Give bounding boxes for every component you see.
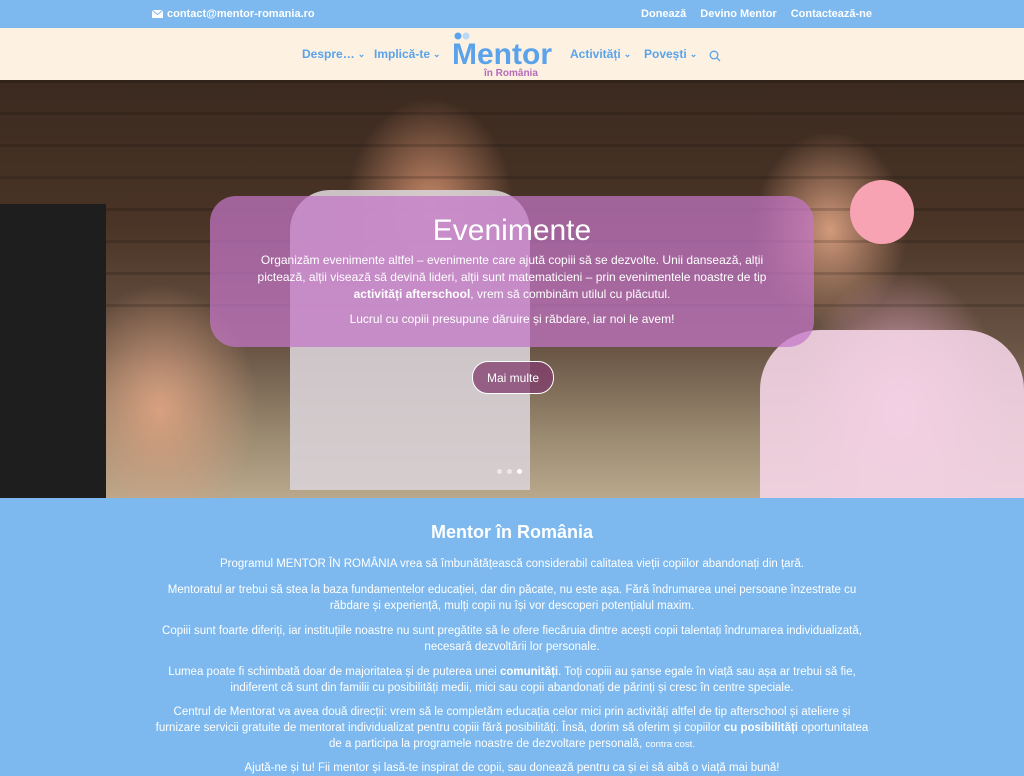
- nav-item-about[interactable]: Despre… ⌄: [302, 47, 365, 61]
- become-mentor-link[interactable]: Devino Mentor: [700, 8, 776, 20]
- site-logo[interactable]: Mentor în România: [452, 32, 554, 79]
- hero-tagline: Lucrul cu copiii presupune dăruire și ră…: [349, 312, 675, 326]
- hero-background-image: [850, 180, 914, 244]
- envelope-icon: [152, 10, 163, 18]
- slider-dot[interactable]: [497, 469, 502, 474]
- slider-dot[interactable]: [507, 469, 512, 474]
- contact-email-text: contact@mentor-romania.ro: [167, 8, 315, 20]
- hero-description: Organizăm evenimente altfel – evenimente…: [238, 252, 786, 303]
- search-icon[interactable]: [709, 49, 721, 67]
- paragraph: Centrul de Mentorat va avea două direcți…: [150, 704, 874, 753]
- paragraph-small-text: contra cost.: [645, 739, 695, 750]
- nav-item-activities[interactable]: Activități ⌄: [570, 47, 631, 61]
- paragraph: Mentoratul ar trebui să stea la baza fun…: [167, 584, 857, 612]
- paragraph: Ajută-ne și tu! Fii mentor și lasă-te in…: [244, 762, 780, 774]
- intro-section: Mentor în România Programul MENTOR ÎN RO…: [0, 498, 1024, 774]
- more-button[interactable]: Mai multe: [472, 361, 554, 394]
- community-link[interactable]: comunități: [500, 666, 558, 678]
- paragraph-text: Lumea poate fi schimbată doar de majorit…: [168, 666, 500, 678]
- chevron-down-icon: ⌄: [623, 48, 632, 59]
- paragraph: Programul MENTOR ÎN ROMÂNIA vrea să îmbu…: [219, 558, 804, 570]
- logo-subtitle: în România: [483, 68, 538, 78]
- paragraph: Lumea poate fi schimbată doar de majorit…: [150, 664, 874, 696]
- main-navigation: Despre… ⌄ Implică-te ⌄ Mentor în România…: [0, 28, 1024, 80]
- nav-item-label: Activități: [570, 47, 621, 61]
- chevron-down-icon: ⌄: [689, 48, 698, 59]
- hero-title: Evenimente: [432, 214, 592, 247]
- contact-us-link[interactable]: Contactează-ne: [791, 8, 872, 20]
- top-bar: contact@mentor-romania.ro Donează Devino…: [0, 0, 1024, 28]
- logo-word: Mentor: [452, 38, 552, 71]
- chevron-down-icon: ⌄: [357, 48, 366, 59]
- hero-description-text: Organizăm evenimente altfel – evenimente…: [257, 253, 767, 284]
- donate-link[interactable]: Donează: [641, 8, 686, 20]
- chevron-down-icon: ⌄: [433, 48, 441, 59]
- hero-slider: Evenimente Organizăm evenimente altfel –…: [0, 80, 1024, 498]
- nav-item-label: Despre…: [302, 47, 355, 61]
- section-title: Mentor în România: [430, 522, 593, 542]
- hero-background-image: [0, 204, 106, 498]
- paragraph: Copiii sunt foarte diferiți, iar institu…: [162, 625, 862, 653]
- afterschool-link[interactable]: activități afterschool: [354, 287, 471, 301]
- hero-caption: Evenimente Organizăm evenimente altfel –…: [210, 196, 814, 347]
- hero-background-image: [760, 330, 1024, 498]
- slider-dots: [497, 469, 522, 474]
- nav-item-label: Implică-te: [374, 47, 431, 61]
- nav-item-label: Povești: [644, 47, 687, 61]
- paragraph-bold-text: cu posibilități: [723, 722, 798, 734]
- slider-dot-active[interactable]: [517, 469, 522, 474]
- nav-item-stories[interactable]: Povești ⌄: [644, 47, 697, 61]
- contact-email-link[interactable]: contact@mentor-romania.ro: [152, 8, 315, 20]
- nav-item-get-involved[interactable]: Implică-te ⌄: [374, 47, 441, 61]
- hero-description-text: , vrem să combinăm utilul cu plăcutul.: [470, 287, 671, 301]
